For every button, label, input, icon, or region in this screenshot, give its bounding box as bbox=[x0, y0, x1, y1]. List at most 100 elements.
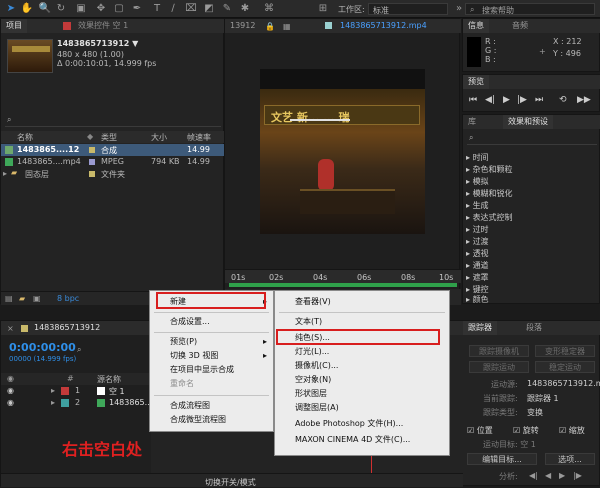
effect-category[interactable]: ▸ 过渡 bbox=[466, 236, 489, 247]
bpc-label[interactable]: 8 bpc bbox=[57, 294, 79, 303]
submenu-item-text[interactable]: 文本(T) bbox=[275, 315, 449, 329]
effect-category[interactable]: ▸ 模糊和锐化 bbox=[466, 188, 513, 199]
layer-row[interactable]: ◉ ▸ 1 空 1 bbox=[1, 385, 151, 397]
edit-target-button[interactable]: 编辑目标... bbox=[467, 453, 537, 465]
timeline-search-icon[interactable]: ⌕ bbox=[77, 345, 81, 355]
effect-category[interactable]: ▸ 通道 bbox=[466, 260, 489, 271]
next-frame-icon[interactable]: |▶ bbox=[517, 95, 527, 105]
puppet-tool-icon[interactable]: ✱ bbox=[238, 2, 252, 16]
effect-category[interactable]: ▸ 模拟 bbox=[466, 176, 489, 187]
expand-arrow-icon[interactable]: ▸ bbox=[3, 169, 7, 178]
clone-stamp-tool-icon[interactable]: ⌧ bbox=[184, 2, 198, 16]
analyze-back-icon[interactable]: ◀| bbox=[529, 471, 538, 480]
workspace-menu-icon[interactable]: » bbox=[452, 2, 466, 16]
rotate-tool-icon[interactable]: ↻ bbox=[54, 2, 68, 16]
tab-tracker[interactable]: 跟踪器 bbox=[463, 321, 497, 335]
work-area-bar[interactable] bbox=[229, 283, 457, 287]
tab-effect-controls[interactable]: 效果控件 空 1 bbox=[73, 19, 133, 33]
roto-brush-tool-icon[interactable]: ✎ bbox=[220, 2, 234, 16]
warp-stabilizer-button[interactable]: 变形稳定器 bbox=[535, 345, 595, 357]
eye-icon[interactable]: ◉ bbox=[7, 386, 14, 395]
pan-behind-tool-icon[interactable]: ✥ bbox=[94, 2, 108, 16]
track-type-select[interactable]: 变换 bbox=[527, 407, 543, 418]
project-search[interactable]: ⌕ bbox=[5, 115, 221, 127]
effect-category[interactable]: ▸ 过时 bbox=[466, 224, 489, 235]
current-track-select[interactable]: 跟踪器 1 bbox=[527, 393, 559, 404]
comp-name[interactable]: 1483865713912 ▼ bbox=[57, 39, 138, 48]
submenu-item-viewer[interactable]: 查看器(V) bbox=[275, 295, 449, 309]
ram-preview-icon[interactable]: ▶▶ bbox=[577, 95, 591, 105]
effect-category[interactable]: ▸ 时间 bbox=[466, 152, 489, 163]
submenu-item-adjustment-layer[interactable]: 调整图层(A) bbox=[275, 401, 449, 415]
new-folder-icon[interactable]: ▰ bbox=[19, 294, 25, 303]
submenu-item-null-object[interactable]: 空对象(N) bbox=[275, 373, 449, 387]
submenu-item-cinema4d-file[interactable]: MAXON CINEMA 4D 文件(C)... bbox=[275, 433, 449, 447]
submenu-item-camera[interactable]: 摄像机(C)... bbox=[275, 359, 449, 373]
lock-icon[interactable]: 🔒 bbox=[265, 22, 275, 31]
selection-tool-icon[interactable]: ➤ bbox=[4, 2, 18, 16]
track-motion-button[interactable]: 跟踪运动 bbox=[469, 361, 529, 373]
comp-time-ruler[interactable]: 01s 02s 04s 06s 08s 10s bbox=[225, 269, 461, 283]
project-row[interactable]: 1483865....mp4 MPEG 794 KB 14.99 bbox=[1, 156, 225, 168]
tab-composition[interactable]: 13912 bbox=[225, 19, 260, 33]
menu-item-flowchart[interactable]: 合成流程图 bbox=[150, 399, 273, 413]
hand-tool-icon[interactable]: ✋ bbox=[20, 2, 34, 16]
layer-row[interactable]: ◉ ▸ 2 1483865... bbox=[1, 397, 152, 409]
toggle-switches-modes[interactable]: 切换开关/模式 bbox=[205, 477, 256, 488]
effect-category[interactable]: ▸ 颜色 bbox=[466, 294, 489, 305]
analyze-forward-icon[interactable]: ▶ bbox=[559, 471, 565, 480]
prev-frame-icon[interactable]: ◀| bbox=[485, 95, 495, 105]
mask-tool-icon[interactable]: ▢ bbox=[112, 2, 126, 16]
submenu-item-shape-layer[interactable]: 形状图层 bbox=[275, 387, 449, 401]
loop-icon[interactable]: ⟲ bbox=[559, 95, 567, 105]
project-row[interactable]: 1483865....12 合成 14.99 bbox=[1, 144, 225, 156]
snapping-icon[interactable]: ⌘ bbox=[262, 2, 276, 16]
track-camera-button[interactable]: 跟踪摄像机 bbox=[469, 345, 529, 357]
analyze-next-icon[interactable]: |▶ bbox=[573, 471, 582, 480]
interpret-footage-icon[interactable]: ▤ bbox=[5, 294, 13, 303]
expand-arrow-icon[interactable]: ▸ bbox=[51, 398, 55, 407]
camera-tool-icon[interactable]: ▣ bbox=[74, 2, 88, 16]
analyze-backward-icon[interactable]: ◀ bbox=[545, 471, 551, 480]
column-type[interactable]: 类型 bbox=[101, 132, 117, 143]
expand-arrow-icon[interactable]: ▸ bbox=[51, 386, 55, 395]
project-row[interactable]: ▸ ▰ 固态层 文件夹 bbox=[1, 168, 225, 180]
last-frame-icon[interactable]: ⏭ bbox=[535, 95, 543, 105]
options-button[interactable]: 选项... bbox=[545, 453, 595, 465]
align-icon[interactable]: ⊞ bbox=[316, 2, 330, 16]
tab-footage[interactable]: 1483865713912.mp4 bbox=[335, 19, 432, 33]
scale-checkbox[interactable]: ☑ 缩放 bbox=[559, 425, 585, 436]
menu-item-preview[interactable]: 预览(P) ▸ bbox=[150, 335, 273, 349]
effect-category[interactable]: ▸ 生成 bbox=[466, 200, 489, 211]
motion-source-select[interactable]: 1483865713912.m▼ bbox=[527, 379, 600, 388]
first-frame-icon[interactable]: ⏮ bbox=[469, 95, 477, 105]
column-rate[interactable]: 帧速率 bbox=[187, 132, 211, 143]
timecode[interactable]: 0:00:00:00 bbox=[9, 341, 76, 354]
eye-icon[interactable]: ◉ bbox=[7, 398, 14, 407]
eraser-tool-icon[interactable]: ◩ bbox=[202, 2, 216, 16]
tab-paragraph[interactable]: 段落 bbox=[521, 321, 547, 335]
tab-library[interactable]: 库 bbox=[463, 115, 481, 129]
workspace-select[interactable]: 标准 bbox=[368, 3, 448, 15]
tab-effects-presets[interactable]: 效果和预设 bbox=[503, 115, 553, 129]
effect-category[interactable]: ▸ 杂色和颗粒 bbox=[466, 164, 513, 175]
menu-item-comp-settings[interactable]: 合成设置... bbox=[150, 315, 273, 329]
menu-item-mini-flowchart[interactable]: 合成微型流程图 bbox=[150, 413, 273, 427]
menu-item-rename[interactable]: 重命名 bbox=[150, 377, 273, 391]
submenu-item-photoshop-file[interactable]: Adobe Photoshop 文件(H)... bbox=[275, 417, 449, 431]
close-tab-icon[interactable]: × bbox=[7, 324, 14, 333]
brush-tool-icon[interactable]: ∕ bbox=[166, 2, 180, 16]
pen-tool-icon[interactable]: ✒ bbox=[130, 2, 144, 16]
type-tool-icon[interactable]: T bbox=[150, 2, 164, 16]
zoom-tool-icon[interactable]: 🔍 bbox=[38, 2, 52, 16]
play-icon[interactable]: ▶ bbox=[503, 95, 510, 105]
tab-project[interactable]: 项目 bbox=[1, 19, 27, 33]
column-source-name[interactable]: 源名称 bbox=[97, 374, 121, 385]
new-comp-icon[interactable]: ▣ bbox=[33, 294, 41, 303]
column-name[interactable]: 名称 bbox=[17, 132, 33, 143]
tab-timeline-comp[interactable]: 1483865713912 bbox=[29, 321, 105, 335]
menu-item-switch-3d-view[interactable]: 切换 3D 视图 ▸ bbox=[150, 349, 273, 363]
effect-category[interactable]: ▸ 表达式控制 bbox=[466, 212, 513, 223]
search-help-field[interactable]: ⌕ 搜索帮助 bbox=[465, 3, 595, 15]
tab-preview[interactable]: 预览 bbox=[463, 75, 489, 89]
